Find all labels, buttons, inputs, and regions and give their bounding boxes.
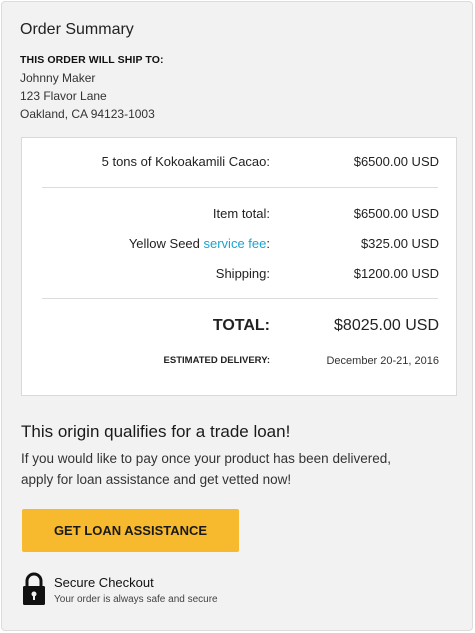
shipping-value: $1200.00 USD xyxy=(353,266,439,281)
page-title: Order Summary xyxy=(20,21,134,38)
delivery-value: December 20-21, 2016 xyxy=(326,355,439,367)
service-fee-prefix: Yellow Seed xyxy=(128,236,204,251)
divider xyxy=(42,187,438,188)
get-loan-assistance-button[interactable]: GET LOAN ASSISTANCE xyxy=(22,509,239,552)
service-fee-label: Yellow Seed service fee: xyxy=(129,236,270,251)
delivery-label: ESTIMATED DELIVERY: xyxy=(163,355,270,366)
address-name: Johnny Maker xyxy=(20,71,96,85)
ship-to-heading: THIS ORDER WILL SHIP TO: xyxy=(20,54,164,66)
service-fee-value: $325.00 USD xyxy=(360,236,439,251)
address-street: 123 Flavor Lane xyxy=(20,89,107,103)
secure-checkout-subtitle: Your order is always safe and secure xyxy=(54,594,218,605)
order-details-card: 5 tons of Kokoakamili Cacao: $6500.00 US… xyxy=(21,137,457,396)
shipping-label: Shipping: xyxy=(215,266,270,281)
service-fee-suffix: : xyxy=(266,236,270,251)
divider xyxy=(42,298,438,299)
item-total-label: Item total: xyxy=(212,206,270,221)
lock-icon xyxy=(23,572,45,605)
item-total-value: $6500.00 USD xyxy=(353,206,439,221)
loan-heading: This origin qualifies for a trade loan! xyxy=(21,422,291,441)
address-city: Oakland, CA 94123-1003 xyxy=(20,107,155,121)
order-summary-panel: Order Summary THIS ORDER WILL SHIP TO: J… xyxy=(1,1,473,631)
total-label: TOTAL: xyxy=(212,317,270,334)
line-item-value: $6500.00 USD xyxy=(353,154,439,169)
service-fee-link[interactable]: service fee xyxy=(204,236,267,251)
line-item-label: 5 tons of Kokoakamili Cacao: xyxy=(101,154,270,169)
loan-text-line-1: If you would like to pay once your produ… xyxy=(21,451,391,466)
secure-checkout-title: Secure Checkout xyxy=(54,575,154,590)
loan-text-line-2: apply for loan assistance and get vetted… xyxy=(21,472,292,487)
total-value: $8025.00 USD xyxy=(334,317,439,334)
